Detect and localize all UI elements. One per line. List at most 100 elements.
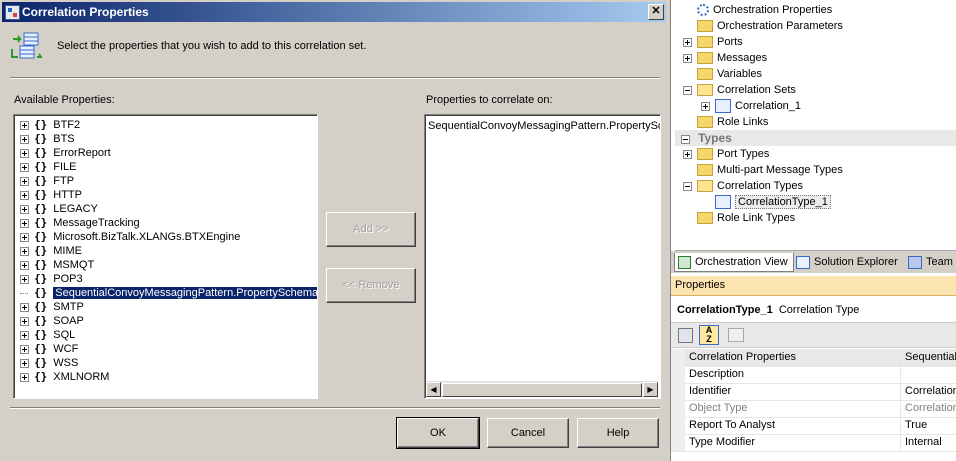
tree-item[interactable]: Port Types — [683, 146, 769, 162]
expand-icon[interactable] — [20, 176, 29, 186]
available-property-item[interactable]: {} FILE — [20, 160, 76, 174]
available-property-item[interactable]: {} SOAP — [20, 314, 84, 328]
tree-item-label: Correlation Types — [717, 180, 804, 192]
available-property-item[interactable]: {} MIME — [20, 244, 82, 258]
property-value[interactable]: Sequential — [905, 349, 956, 366]
expand-icon[interactable] — [20, 330, 29, 340]
cancel-button[interactable]: Cancel — [487, 418, 569, 448]
available-property-item[interactable]: {} POP3 — [20, 272, 83, 286]
available-property-item[interactable]: {} MSMQT — [20, 258, 94, 272]
available-properties-tree[interactable]: {} BTF2 {} BTS {} ErrorReport {} FILE {} FTP {} HTT… — [13, 114, 318, 399]
tree-item[interactable]: Correlation Types — [683, 178, 803, 194]
collapse-icon[interactable] — [683, 181, 692, 191]
orchestration-tree-items: Orchestration Properties Orchestration Pa… — [675, 0, 956, 130]
property-row[interactable]: Object Type Correlation — [671, 400, 956, 418]
tree-item[interactable]: Correlation_1 — [701, 98, 801, 114]
help-button[interactable]: Help — [577, 418, 659, 448]
scroll-left-button[interactable]: ◀ — [426, 382, 441, 397]
expand-icon[interactable] — [20, 190, 29, 200]
expand-icon[interactable] — [20, 120, 29, 130]
properties-window: Properties CorrelationType_1 Correlation… — [671, 276, 956, 461]
scroll-right-button[interactable]: ▶ — [643, 382, 658, 397]
available-property-item[interactable]: {} MessageTracking — [20, 216, 140, 230]
correlation-set-icon — [715, 99, 731, 114]
expand-icon[interactable] — [20, 372, 29, 382]
property-value[interactable]: Correlation — [905, 400, 956, 417]
properties-object-selector[interactable]: CorrelationType_1 Correlation Type — [671, 301, 956, 319]
expand-icon[interactable] — [20, 246, 29, 256]
scroll-thumb[interactable] — [442, 383, 642, 397]
property-pages-icon[interactable] — [728, 328, 744, 342]
close-button[interactable]: ✕ — [648, 4, 664, 20]
tree-item[interactable]: Orchestration Properties — [683, 2, 832, 18]
add-button[interactable]: Add >> — [326, 212, 416, 247]
expand-icon[interactable] — [20, 232, 29, 242]
available-property-item[interactable]: {} WCF — [20, 342, 78, 356]
property-value[interactable]: Internal — [905, 434, 942, 451]
expand-icon[interactable] — [20, 260, 29, 270]
tree-item-label: Role Link Types — [717, 212, 796, 224]
expand-icon[interactable] — [683, 149, 692, 159]
property-row[interactable]: Type Modifier Internal — [671, 434, 956, 452]
available-property-item[interactable]: {} ErrorReport — [20, 146, 111, 160]
property-row[interactable]: Identifier Correlation — [671, 383, 956, 401]
available-property-item[interactable]: {} BTS — [20, 132, 75, 146]
property-value[interactable]: Correlation — [905, 383, 956, 400]
expand-icon[interactable] — [20, 134, 29, 144]
ok-button[interactable]: OK — [396, 417, 480, 449]
tree-item[interactable]: Variables — [683, 66, 762, 82]
horizontal-scrollbar[interactable]: ◀ ▶ — [426, 381, 658, 397]
remove-button[interactable]: << Remove — [326, 268, 416, 303]
property-row[interactable]: Correlation Properties Sequential — [671, 349, 956, 367]
alphabetical-sort-icon[interactable]: AZ — [699, 325, 719, 345]
expand-icon[interactable] — [20, 204, 29, 214]
property-row[interactable]: Report To Analyst True — [671, 417, 956, 435]
tree-item[interactable]: Orchestration Parameters — [683, 18, 843, 34]
tree-item[interactable]: Ports — [683, 34, 743, 50]
categorized-icon[interactable] — [678, 328, 693, 343]
available-property-item[interactable]: {} WSS — [20, 356, 78, 370]
tree-item[interactable]: CorrelationType_1 — [701, 194, 831, 210]
available-property-item[interactable]: {} SMTP — [20, 300, 84, 314]
correlate-properties-list[interactable]: SequentialConvoyMessagingPattern.Propert… — [424, 114, 661, 399]
available-property-item[interactable]: {} SequentialConvoyMessagingPattern.Prope… — [20, 286, 317, 300]
expand-icon[interactable] — [20, 358, 29, 368]
expand-icon[interactable] — [20, 274, 29, 284]
expand-icon[interactable] — [20, 316, 29, 326]
expand-icon[interactable] — [20, 302, 29, 312]
correlation-header-icon — [10, 31, 43, 61]
available-property-item[interactable]: {} Microsoft.BizTalk.XLANGs.BTXEngine — [20, 230, 240, 244]
tree-item[interactable]: Role Link Types — [683, 210, 795, 226]
available-property-item[interactable]: {} SQL — [20, 328, 75, 342]
available-property-item[interactable]: {} XMLNORM — [20, 370, 109, 384]
correlate-list-item[interactable]: SequentialConvoyMessagingPattern.Propert… — [428, 120, 660, 132]
types-collapse-icon[interactable] — [681, 134, 690, 144]
property-row[interactable]: Description — [671, 366, 956, 384]
expand-icon[interactable] — [683, 37, 692, 47]
tree-item[interactable]: Correlation Sets — [683, 82, 796, 98]
tab-solution-explorer[interactable]: Solution Explorer — [796, 253, 898, 271]
available-property-item[interactable]: {} BTF2 — [20, 118, 80, 132]
tree-item[interactable]: Messages — [683, 50, 767, 66]
property-value[interactable]: True — [905, 417, 927, 434]
expand-icon[interactable] — [20, 162, 29, 172]
expand-icon[interactable] — [683, 53, 692, 63]
available-property-label: FILE — [53, 161, 77, 173]
schema-braces-icon: {} — [34, 272, 48, 285]
tab-orchestration-view[interactable]: Orchestration View — [674, 253, 794, 272]
tab-team[interactable]: Team — [908, 253, 953, 271]
available-property-item[interactable]: {} LEGACY — [20, 202, 98, 216]
tree-item[interactable]: Role Links — [683, 114, 768, 130]
expand-icon[interactable] — [20, 344, 29, 354]
available-property-item[interactable]: {} HTTP — [20, 188, 82, 202]
expand-icon[interactable] — [701, 101, 710, 111]
tree-item[interactable]: Multi-part Message Types — [683, 162, 843, 178]
orchestration-tree[interactable]: Orchestration Properties Orchestration Pa… — [675, 0, 956, 251]
available-property-item[interactable]: {} FTP — [20, 174, 74, 188]
property-name: Identifier — [689, 385, 732, 397]
expand-icon[interactable] — [20, 218, 29, 228]
expand-icon[interactable] — [20, 148, 29, 158]
types-section-header[interactable]: Types — [675, 130, 956, 146]
available-property-label: ErrorReport — [53, 147, 111, 159]
collapse-icon[interactable] — [683, 85, 692, 95]
